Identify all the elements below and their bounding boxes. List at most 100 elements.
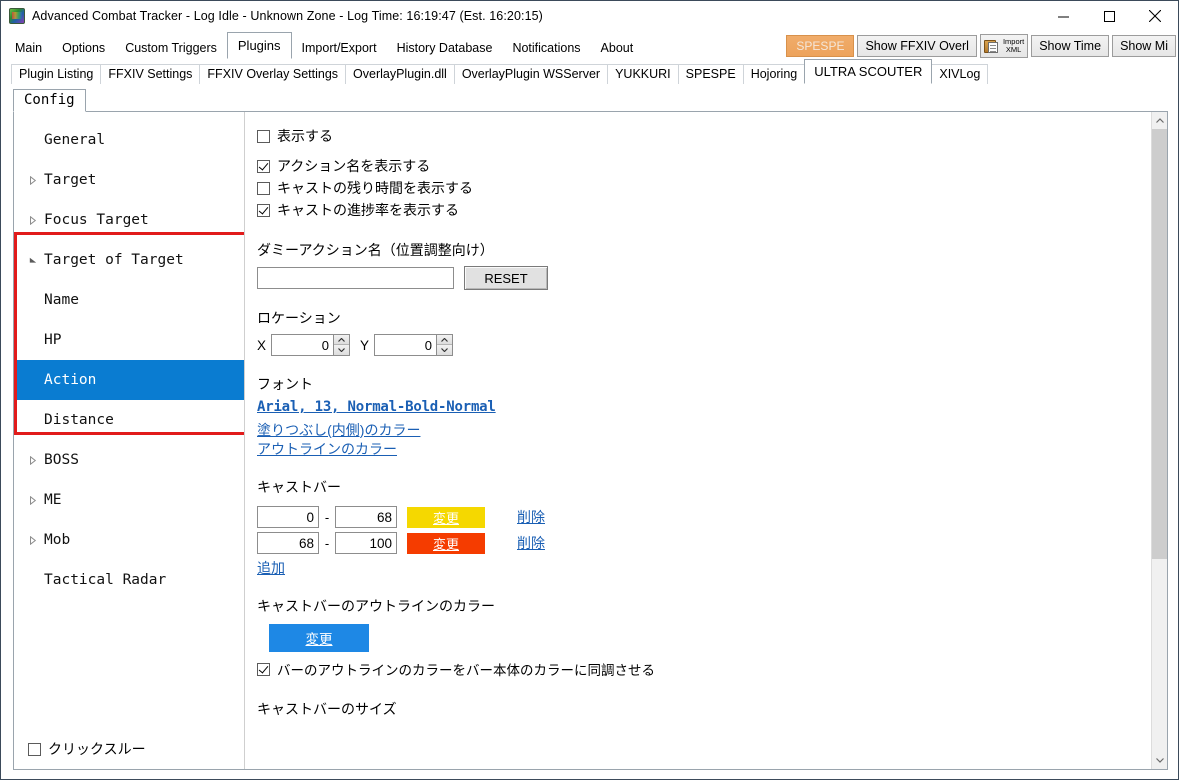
scroll-up-icon[interactable] <box>1152 112 1167 129</box>
location-x-stepper[interactable]: 0 <box>271 334 351 356</box>
reset-button[interactable]: RESET <box>464 266 548 290</box>
checkbox-show-cast-progress[interactable]: キャストの進捗率を表示する <box>257 200 1151 220</box>
tree-item-tactical-radar[interactable]: Tactical Radar <box>14 560 244 600</box>
location-y-input[interactable]: 0 <box>374 334 437 356</box>
tree-item-label: Target <box>44 172 97 188</box>
tree-item-general[interactable]: General <box>14 120 244 160</box>
spinner-buttons[interactable] <box>436 334 454 356</box>
tab-yukkuri[interactable]: YUKKURI <box>607 64 679 84</box>
tree-item-action[interactable]: Action <box>14 360 244 400</box>
tree-item-target-of-target[interactable]: Target of Target <box>14 240 244 280</box>
chevron-down-icon[interactable] <box>26 256 40 265</box>
tree-item-name[interactable]: Name <box>14 280 244 320</box>
checkbox-box[interactable] <box>257 159 270 173</box>
checkbox-box[interactable] <box>257 203 270 217</box>
config-tab-strip: Config <box>1 85 1178 112</box>
tab-import-export[interactable]: Import/Export <box>291 37 387 59</box>
show-mi-button[interactable]: Show Mi <box>1112 35 1176 57</box>
font-value-link[interactable]: Arial, 13, Normal-Bold-Normal <box>257 399 496 415</box>
scroll-down-icon[interactable] <box>1152 752 1167 769</box>
settings-content: 表示する アクション名を表示する キャストの残り時間を表示する キャストの進捗率… <box>245 112 1151 769</box>
import-xml-label-line2: XML <box>1005 45 1022 54</box>
window-title: Advanced Combat Tracker - Log Idle - Unk… <box>32 9 543 23</box>
spinner-up-icon[interactable] <box>437 335 453 345</box>
settings-tree-scroll: General Target Focus Target Target of Ta… <box>14 112 244 729</box>
tree-item-distance[interactable]: Distance <box>14 400 244 440</box>
tab-spespe[interactable]: SPESPE <box>677 64 744 84</box>
tab-notifications[interactable]: Notifications <box>502 37 591 59</box>
tree-item-mob[interactable]: Mob <box>14 520 244 560</box>
clickthrough-checkbox[interactable]: クリックスルー <box>14 729 244 769</box>
checkbox-label: キャストの進捗率を表示する <box>277 202 459 218</box>
tab-ultra-scouter[interactable]: ULTRA SCOUTER <box>804 59 933 84</box>
show-ffxiv-overlay-button[interactable]: Show FFXIV Overl <box>857 35 977 57</box>
tab-plugin-listing[interactable]: Plugin Listing <box>11 64 102 84</box>
chevron-right-icon[interactable] <box>26 215 40 225</box>
app-window: Advanced Combat Tracker - Log Idle - Unk… <box>0 0 1179 780</box>
tree-item-boss[interactable]: BOSS <box>14 440 244 480</box>
checkbox-box[interactable] <box>257 662 270 676</box>
spespe-button[interactable]: SPESPE <box>786 35 855 57</box>
tree-item-me[interactable]: ME <box>14 480 244 520</box>
castbar-range-from-input[interactable]: 68 <box>257 532 319 554</box>
tree-item-label: Distance <box>44 412 114 428</box>
content-scrollbar[interactable] <box>1151 112 1167 769</box>
tab-ffxiv-settings[interactable]: FFXIV Settings <box>100 64 201 84</box>
tab-overlayplugin-dll[interactable]: OverlayPlugin.dll <box>345 64 455 84</box>
scrollbar-thumb[interactable] <box>1152 129 1167 559</box>
tab-about[interactable]: About <box>590 37 644 59</box>
tab-main[interactable]: Main <box>5 37 53 59</box>
castbar-range-to-input[interactable]: 100 <box>335 532 397 554</box>
tree-item-target[interactable]: Target <box>14 160 244 200</box>
import-xml-button[interactable]: Import XML <box>979 34 1029 58</box>
castbar-delete-link[interactable]: 削除 <box>517 507 545 527</box>
tab-hojoring[interactable]: Hojoring <box>742 64 806 84</box>
tab-config[interactable]: Config <box>13 89 86 112</box>
location-x-input[interactable]: 0 <box>271 334 334 356</box>
chevron-right-icon[interactable] <box>26 495 40 505</box>
spinner-down-icon[interactable] <box>334 345 350 355</box>
checkbox-box[interactable] <box>257 129 270 143</box>
castbar-color-change-button[interactable]: 変更 <box>407 506 485 528</box>
tab-ffxiv-overlay-settings[interactable]: FFXIV Overlay Settings <box>199 64 347 84</box>
settings-tree: General Target Focus Target Target of Ta… <box>14 112 245 769</box>
scrollbar-track[interactable] <box>1152 129 1167 752</box>
fill-color-link[interactable]: 塗りつぶし(内側)のカラー <box>257 422 420 438</box>
tab-options[interactable]: Options <box>52 37 116 59</box>
tab-history-database[interactable]: History Database <box>386 37 503 59</box>
castbar-range-to-input[interactable]: 68 <box>335 506 397 528</box>
chevron-right-icon[interactable] <box>26 535 40 545</box>
show-time-button[interactable]: Show Time <box>1031 35 1110 57</box>
dummy-action-input[interactable] <box>257 267 454 289</box>
maximize-icon[interactable] <box>1086 1 1132 31</box>
outline-color-link[interactable]: アウトラインのカラー <box>257 441 397 457</box>
spinner-up-icon[interactable] <box>334 335 350 345</box>
checkbox-box[interactable] <box>28 742 41 756</box>
castbar-add-link[interactable]: 追加 <box>257 560 285 576</box>
chevron-right-icon[interactable] <box>26 175 40 185</box>
spinner-buttons[interactable] <box>333 334 351 356</box>
location-x-label: X <box>257 337 267 353</box>
tree-item-focus-target[interactable]: Focus Target <box>14 200 244 240</box>
tree-item-label: ME <box>44 492 62 508</box>
spinner-down-icon[interactable] <box>437 345 453 355</box>
close-icon[interactable] <box>1132 1 1178 31</box>
checkbox-show-action-name[interactable]: アクション名を表示する <box>257 156 1151 176</box>
castbar-color-change-button[interactable]: 変更 <box>407 532 485 554</box>
tab-custom-triggers[interactable]: Custom Triggers <box>115 37 227 59</box>
tab-xivlog[interactable]: XIVLog <box>931 64 989 84</box>
tab-plugins[interactable]: Plugins <box>226 32 292 59</box>
minimize-icon[interactable] <box>1040 1 1086 31</box>
checkbox-show[interactable]: 表示する <box>257 126 1151 146</box>
chevron-right-icon[interactable] <box>26 455 40 465</box>
tree-item-hp[interactable]: HP <box>14 320 244 360</box>
checkbox-show-cast-remaining-time[interactable]: キャストの残り時間を表示する <box>257 178 1151 198</box>
tab-overlayplugin-wsserver[interactable]: OverlayPlugin WSServer <box>453 64 609 84</box>
font-label: フォント <box>257 376 313 392</box>
checkbox-box[interactable] <box>257 181 270 195</box>
castbar-delete-link[interactable]: 削除 <box>517 533 545 553</box>
checkbox-sync-outline-color[interactable]: バーのアウトラインのカラーをバー本体のカラーに同調させる <box>257 659 1151 679</box>
location-y-stepper[interactable]: 0 <box>374 334 454 356</box>
castbar-range-from-input[interactable]: 0 <box>257 506 319 528</box>
castbar-outline-change-button[interactable]: 変更 <box>269 624 369 652</box>
